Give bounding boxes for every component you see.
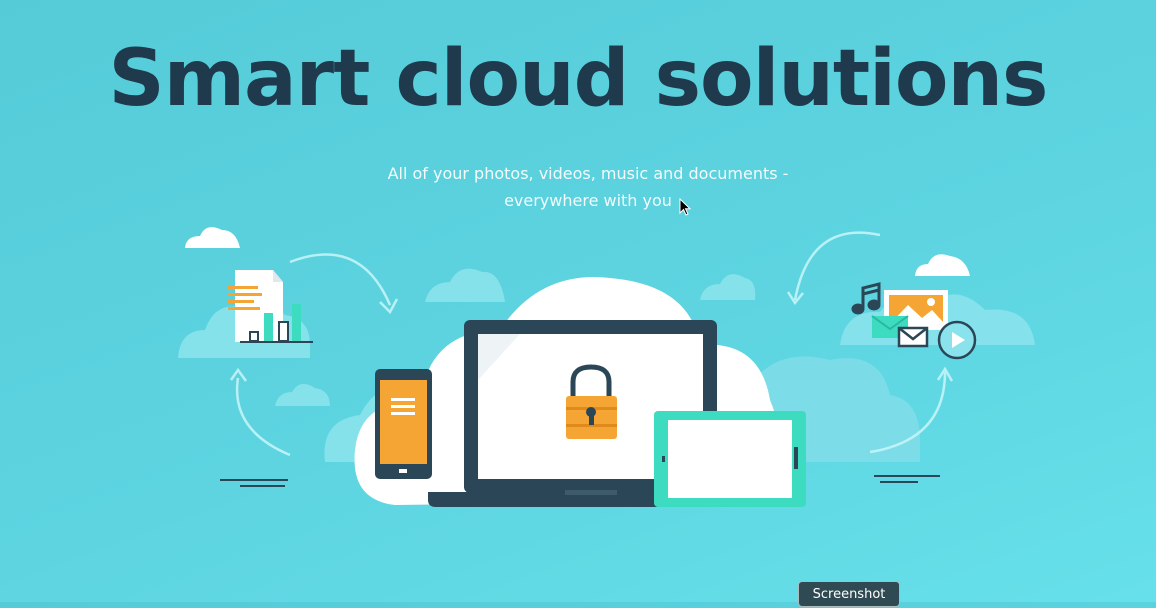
play-icon [937,320,977,360]
tablet-icon [654,411,806,507]
document-chart-icon [228,270,313,343]
cloud-illustration [178,227,1035,507]
cursor-icon [679,198,692,216]
music-note-icon [851,282,881,315]
small-clouds [185,227,970,276]
smartphone-icon [375,369,432,479]
screenshot-tooltip: Screenshot [798,581,900,607]
